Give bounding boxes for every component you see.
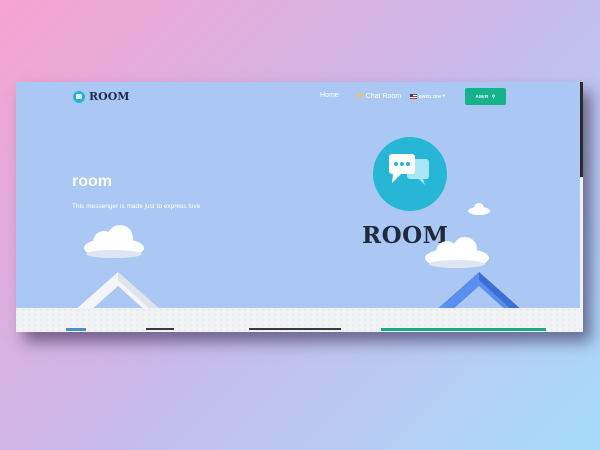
- language-label: ENGLISH: [419, 93, 442, 99]
- user-menu-button[interactable]: AMIR ⚲: [465, 88, 506, 105]
- hero-title: room: [72, 173, 112, 190]
- chevron-down-icon: ▾: [441, 93, 446, 98]
- cloud-illustration: [84, 225, 144, 258]
- hero-subtitle: This messenger is made just to express l…: [72, 203, 201, 210]
- user-name: AMIR: [475, 94, 489, 99]
- logo-text: ROOM: [89, 90, 130, 103]
- site-logo[interactable]: ROOM: [73, 90, 129, 103]
- cloud-illustration: [468, 203, 490, 215]
- language-selector[interactable]: ENGLISH ▾: [410, 93, 445, 99]
- cloud-illustration: [425, 237, 489, 268]
- chat-bubbles-icon: [373, 137, 447, 211]
- arch-illustration: [73, 272, 163, 312]
- section-preview-bar: [381, 328, 546, 331]
- navbar: ROOM Home ⚡ Chat Room ENGLISH ▾ AMIR ⚲: [16, 82, 583, 112]
- lightning-icon: ⚡: [355, 93, 364, 100]
- flag-icon: [410, 93, 417, 99]
- browser-viewport: ROOM Home ⚡ Chat Room ENGLISH ▾ AMIR ⚲ r…: [16, 82, 583, 332]
- section-preview-bar: [146, 328, 174, 330]
- scrollbar[interactable]: [580, 82, 583, 332]
- section-preview-bar: [249, 328, 341, 330]
- section-preview-bar: [66, 328, 86, 331]
- nav-home-link[interactable]: Home: [320, 92, 339, 99]
- arch-illustration: [434, 272, 524, 312]
- logo-icon: [73, 90, 85, 103]
- scrollbar-thumb[interactable]: [580, 82, 583, 177]
- nav-chat-room-label: Chat Room: [365, 93, 402, 100]
- user-icon: ⚲: [488, 93, 496, 99]
- nav-chat-room-link[interactable]: ⚡ Chat Room: [355, 92, 401, 100]
